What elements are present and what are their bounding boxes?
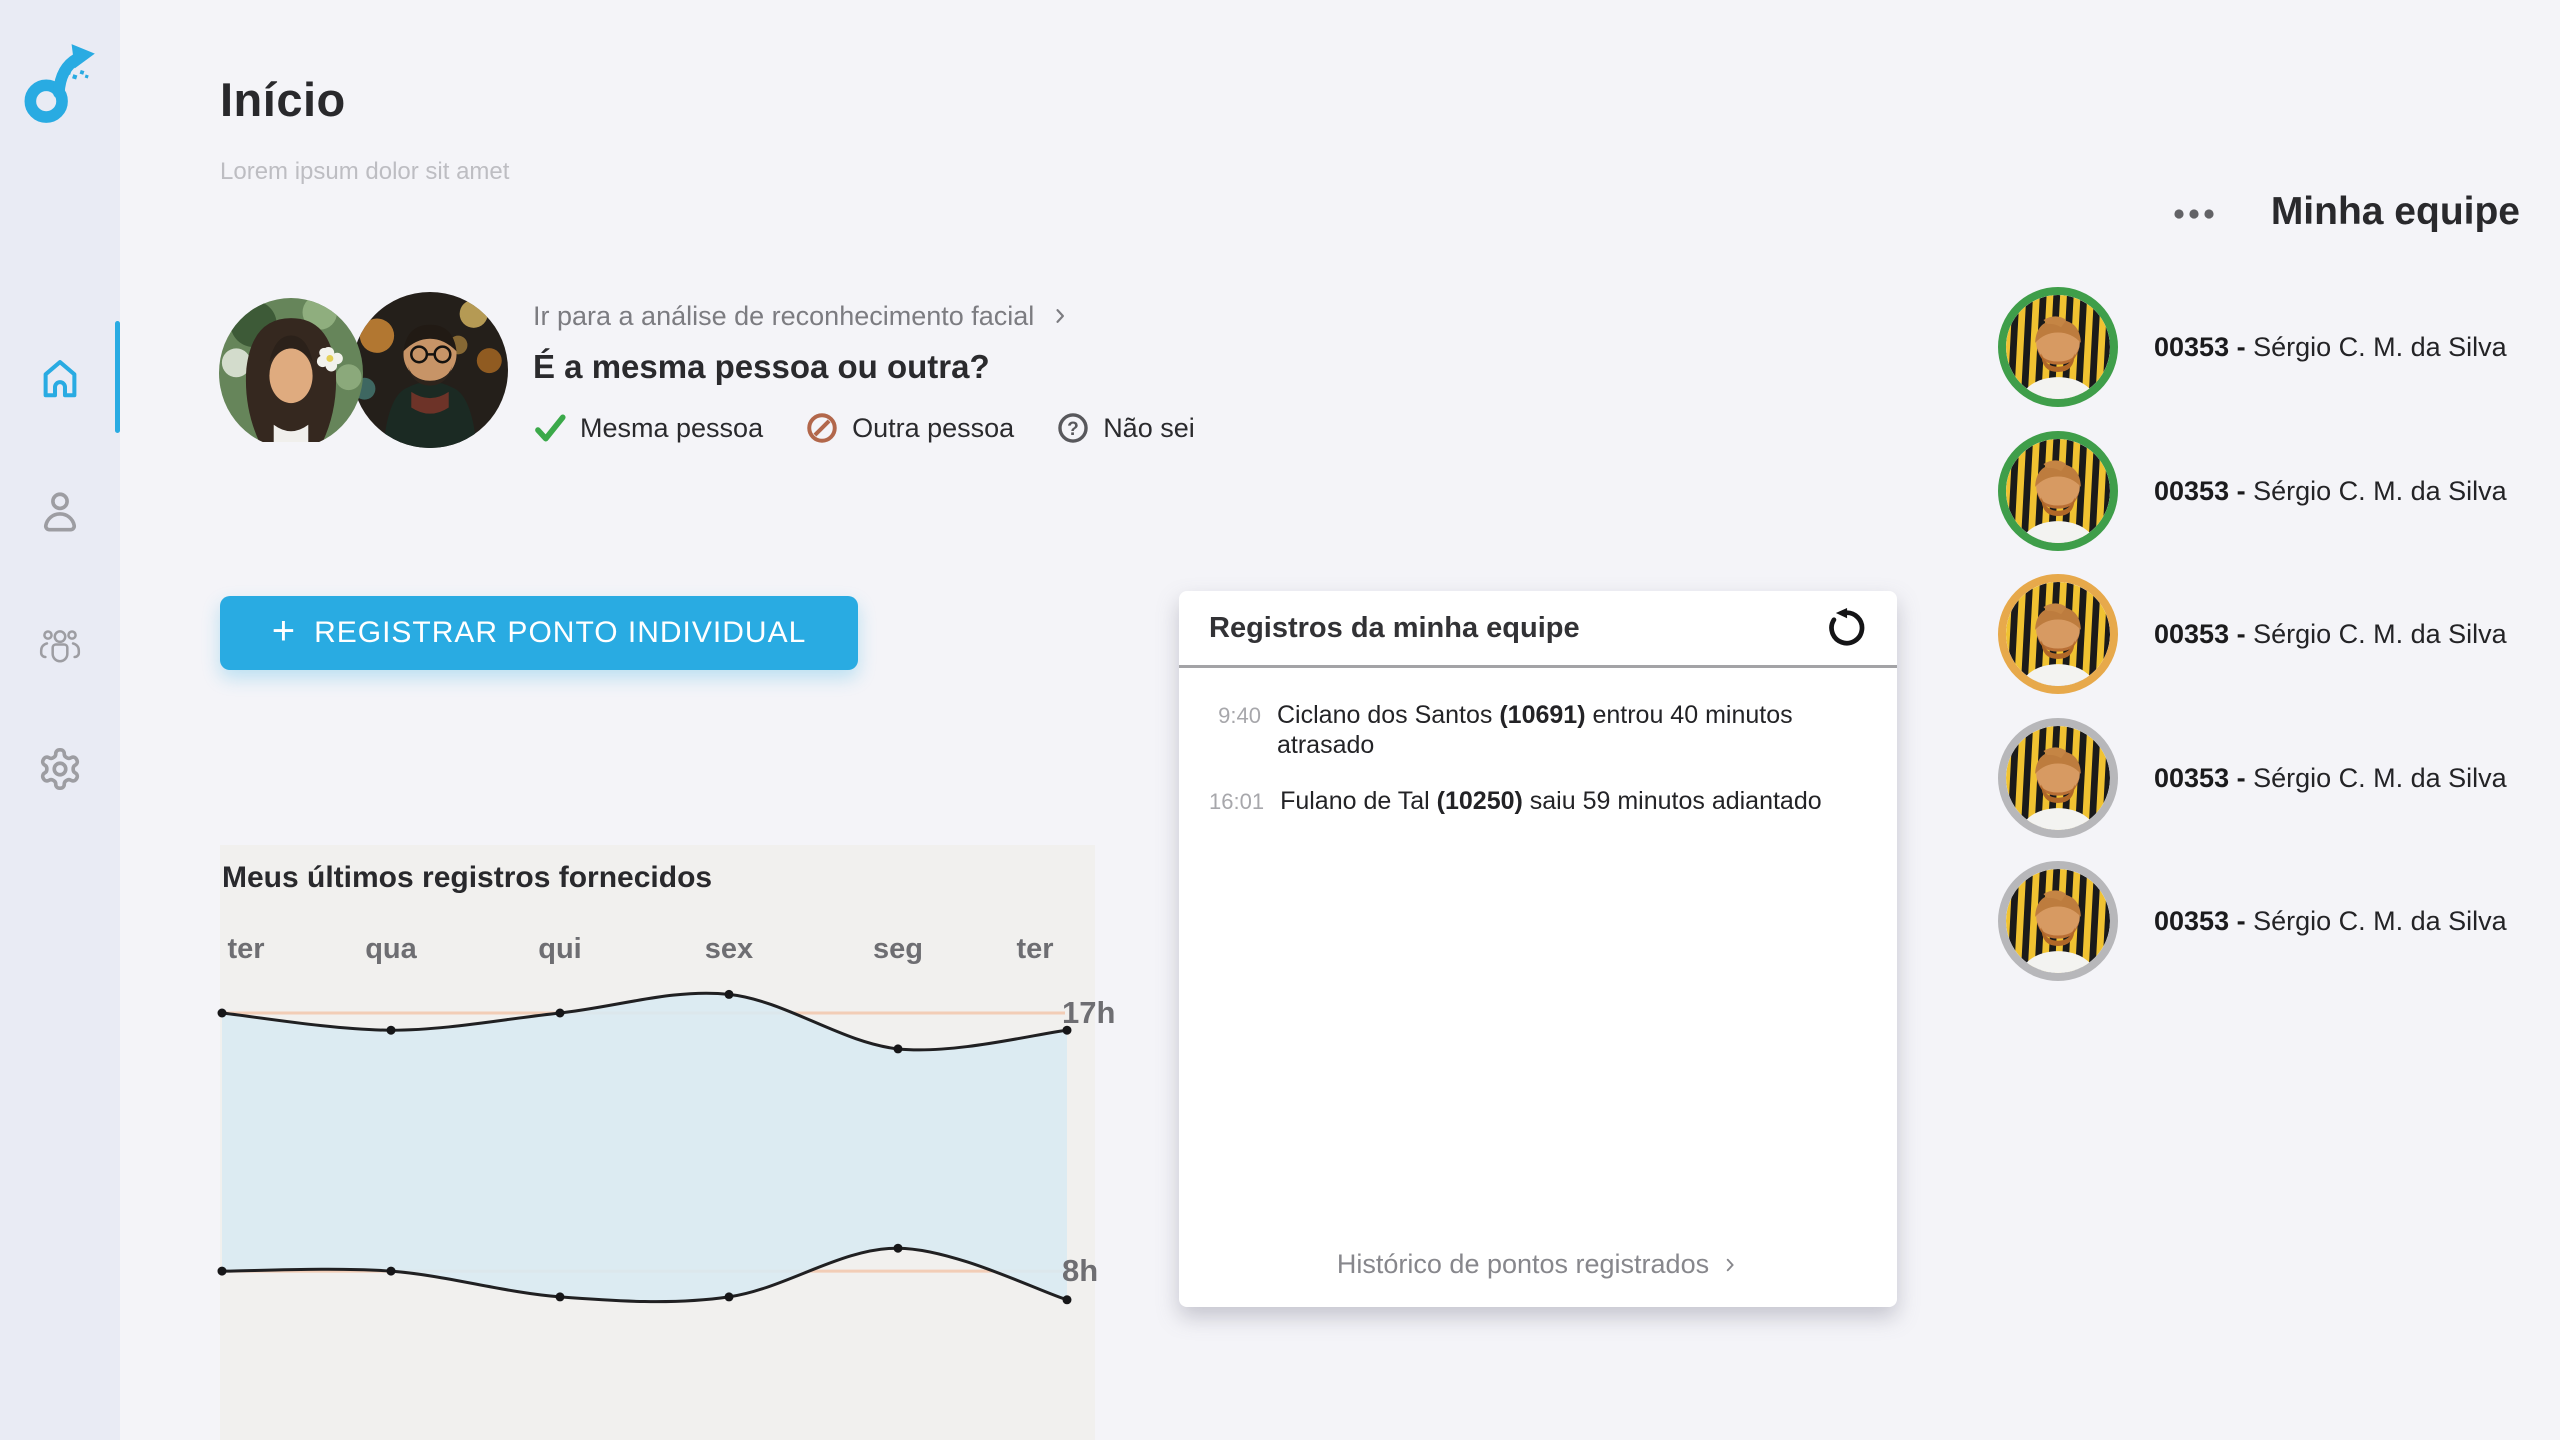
facial-analysis-link-label: Ir para a análise de reconhecimento faci… [533, 299, 1034, 333]
member-avatar [1998, 287, 2118, 407]
member-label: 00353 - Sérgio C. M. da Silva [2154, 332, 2507, 363]
dots-menu-icon[interactable] [2172, 206, 2216, 226]
facial-options: Mesma pessoa Outra pessoa ? Não sei [533, 411, 1195, 445]
team-member-row[interactable]: 00353 - Sérgio C. M. da Silva [1998, 574, 2538, 694]
option-label: Não sei [1103, 413, 1195, 444]
settings-icon [37, 746, 83, 792]
member-label: 00353 - Sérgio C. M. da Silva [2154, 619, 2507, 650]
chevron-right-icon [1050, 304, 1070, 328]
facial-photo-woman [219, 298, 363, 448]
option-same-person[interactable]: Mesma pessoa [533, 411, 763, 445]
facial-photo-man [352, 292, 508, 448]
facial-analysis-link[interactable]: Ir para a análise de reconhecimento faci… [533, 299, 1195, 333]
member-avatar [1998, 574, 2118, 694]
chart-x-label: ter [1016, 931, 1053, 967]
record-time: 16:01 [1209, 786, 1264, 816]
my-records-chart-panel: Meus últimos registros fornecidos ter qua… [220, 845, 1095, 1440]
page-title: Início [220, 72, 346, 127]
team-records-header: Registros da minha equipe [1179, 591, 1897, 665]
record-text: Ciclano dos Santos (10691) entrou 40 min… [1277, 700, 1867, 760]
record-text: Fulano de Tal (10250) saiu 59 minutos ad… [1280, 786, 1822, 816]
sidebar-item-team[interactable] [0, 586, 120, 704]
page-subtitle: Lorem ipsum dolor sit amet [220, 158, 509, 186]
option-label: Mesma pessoa [580, 413, 763, 444]
chart-x-label: seg [873, 931, 923, 967]
app-logo-icon [24, 42, 98, 122]
team-member-row[interactable]: 00353 - Sérgio C. M. da Silva [1998, 718, 2538, 838]
punch-history-label: Histórico de pontos registrados [1337, 1249, 1709, 1280]
question-icon: ? [1056, 411, 1090, 445]
option-other-person[interactable]: Outra pessoa [805, 411, 1014, 445]
facial-recognition-section: Ir para a análise de reconhecimento faci… [533, 299, 1195, 445]
user-icon [37, 486, 83, 532]
chart-y-label: 8h [1062, 1253, 1098, 1289]
my-team-title: Minha equipe [2271, 190, 2520, 234]
team-records-list: 9:40 Ciclano dos Santos (10691) entrou 4… [1179, 668, 1897, 816]
record-entry: 16:01 Fulano de Tal (10250) saiu 59 minu… [1209, 786, 1867, 816]
chart-x-label: qui [538, 931, 582, 967]
chart-y-label: 17h [1062, 995, 1115, 1031]
chart-x-label: qua [365, 931, 417, 967]
team-member-row[interactable]: 00353 - Sérgio C. M. da Silva [1998, 861, 2538, 981]
chart-x-label: sex [705, 931, 753, 967]
sidebar [0, 0, 120, 1440]
chart-svg [220, 970, 1095, 1360]
member-avatar [1998, 718, 2118, 838]
chart-x-labels: ter qua qui sex seg ter [220, 931, 1095, 971]
record-time: 9:40 [1209, 700, 1261, 760]
option-label: Outra pessoa [852, 413, 1014, 444]
home-icon [37, 354, 83, 400]
svg-text:?: ? [1067, 419, 1079, 440]
register-individual-punch-button[interactable]: + REGISTRAR PONTO INDIVIDUAL [220, 596, 858, 670]
chart-x-label: ter [227, 931, 264, 967]
team-member-row[interactable]: 00353 - Sérgio C. M. da Silva [1998, 287, 2538, 407]
check-icon [533, 411, 567, 445]
member-label: 00353 - Sérgio C. M. da Silva [2154, 476, 2507, 507]
sidebar-item-settings[interactable] [0, 710, 120, 828]
member-avatar [1998, 861, 2118, 981]
team-icon [37, 622, 83, 668]
record-entry: 9:40 Ciclano dos Santos (10691) entrou 4… [1209, 700, 1867, 760]
active-nav-indicator [115, 321, 120, 433]
chart-title: Meus últimos registros fornecidos [222, 861, 712, 895]
sidebar-item-profile[interactable] [0, 450, 120, 568]
sidebar-item-home[interactable] [0, 318, 120, 436]
member-label: 00353 - Sérgio C. M. da Silva [2154, 906, 2507, 937]
team-records-card: Registros da minha equipe 9:40 Ciclano d… [1179, 591, 1897, 1307]
member-label: 00353 - Sérgio C. M. da Silva [2154, 763, 2507, 794]
team-member-row[interactable]: 00353 - Sérgio C. M. da Silva [1998, 431, 2538, 551]
register-button-label: REGISTRAR PONTO INDIVIDUAL [314, 616, 806, 650]
punch-history-link[interactable]: Histórico de pontos registrados [1179, 1248, 1897, 1281]
option-dont-know[interactable]: ? Não sei [1056, 411, 1195, 445]
chevron-right-icon [1721, 1254, 1739, 1276]
block-icon [805, 411, 839, 445]
member-avatar [1998, 431, 2118, 551]
refresh-icon[interactable] [1825, 607, 1867, 649]
dashboard-page: Início Lorem ipsum dolor sit amet [0, 0, 2560, 1440]
chart-plot: 17h8h [220, 970, 1095, 1360]
team-records-title: Registros da minha equipe [1209, 612, 1580, 645]
facial-question: É a mesma pessoa ou outra? [533, 347, 1195, 387]
